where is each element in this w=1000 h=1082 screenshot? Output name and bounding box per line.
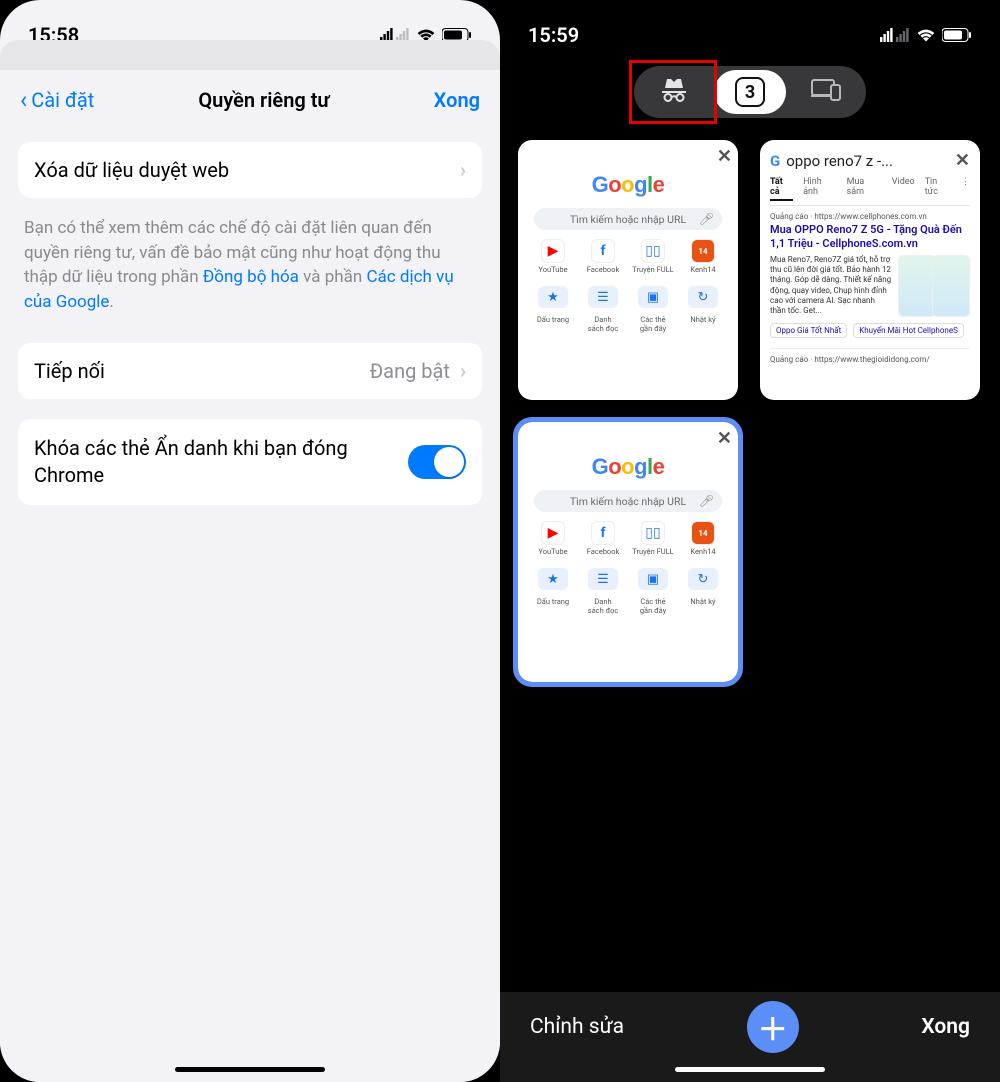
result-headline: Mua OPPO Reno7 Z 5G - Tặng Quà Đến 1,1 T… (770, 223, 970, 251)
plus-icon: ＋ (758, 1005, 788, 1049)
dual-cell-signal-icon (880, 28, 910, 42)
book-icon: ▯▯ (642, 522, 664, 544)
row-value: Đang bật (370, 359, 450, 383)
list-icon: ☰ (588, 568, 618, 590)
lock-incognito-switch[interactable] (408, 445, 466, 479)
close-tab-button[interactable]: ✕ (955, 150, 970, 171)
youtube-icon: ▶ (542, 240, 564, 262)
tab-count-badge: 3 (735, 77, 765, 107)
history-icon: ↻ (688, 568, 718, 590)
book-icon: ▯▯ (642, 240, 664, 262)
kenh14-icon: 14 (692, 522, 714, 544)
phone-right-tab-switcher: 15:59 (500, 0, 1000, 1082)
other-devices-tab-group[interactable] (790, 70, 862, 114)
new-tab-button[interactable]: ＋ (747, 1001, 799, 1053)
ad-label-url-2: Quảng cáo · https://www.thegioididong.co… (770, 348, 970, 364)
tab-card-google-ntp-selected[interactable]: ✕ Google Tìm kiếm hoặc nhập URL🎤︎ ▶YouTu… (518, 422, 738, 682)
ntp-search-box: Tìm kiếm hoặc nhập URL🎤︎ (534, 490, 722, 512)
chevron-right-icon: › (460, 359, 466, 383)
sitelink-chip: Khuyến Mãi Hot CellphoneS (853, 323, 964, 338)
status-time: 15:59 (528, 23, 579, 47)
tab-title: oppo reno7 z -... (786, 152, 893, 170)
phone-left-settings: 15:58 ‹ Cài đặt Quyền riêng tư (0, 0, 500, 1082)
star-icon: ★ (538, 568, 568, 590)
shortcut-youtube: ▶YouTube (530, 240, 576, 274)
tabs-icon: ▣ (638, 568, 668, 590)
tab-card-google-ntp[interactable]: ✕ Google Tìm kiếm hoặc nhập URL🎤︎ ▶YouTu… (518, 140, 738, 400)
row-lock-incognito: Khóa các thẻ Ẩn danh khi bạn đóng Chrome (18, 419, 482, 505)
home-indicator (675, 1067, 825, 1072)
result-description: Mua Reno7, Reno7Z giá tốt, hỗ trợ thu cũ… (770, 255, 892, 317)
row-title: Tiếp nối (34, 359, 105, 383)
chevron-left-icon: ‹ (20, 88, 27, 112)
facebook-icon: f (592, 240, 614, 262)
devices-icon (811, 79, 841, 105)
star-icon: ★ (538, 286, 568, 308)
serp-tabs: Tất cảHình ảnhMua sắmVideoTin tức ⋮ (770, 177, 970, 206)
settings-sheet: ‹ Cài đặt Quyền riêng tư Xong Xóa dữ liệ… (0, 70, 500, 1082)
tabs-icon: ▣ (638, 286, 668, 308)
history-icon: ↻ (688, 286, 718, 308)
done-button[interactable]: Xong (921, 1015, 970, 1039)
nav-bar: ‹ Cài đặt Quyền riêng tư Xong (0, 78, 500, 132)
shortcut-truyenfull: ▯▯Truyện FULL (630, 240, 676, 274)
youtube-icon: ▶ (542, 522, 564, 544)
shortcut-kenh14: 14Kenh14 (680, 240, 726, 274)
info-paragraph: Bạn có thể xem thêm các chế độ cài đặt l… (18, 198, 482, 315)
close-tab-button[interactable]: ✕ (717, 146, 732, 167)
product-thumb (898, 255, 936, 317)
home-indicator (175, 1067, 325, 1072)
battery-icon (942, 28, 972, 42)
incognito-tab-group[interactable] (638, 70, 710, 114)
nav-title: Quyền riêng tư (198, 88, 329, 112)
wifi-icon (916, 28, 936, 42)
regular-tab-group[interactable]: 3 (714, 70, 786, 114)
underlying-sheet-layer (0, 40, 500, 70)
kenh14-icon: 14 (692, 240, 714, 262)
chevron-right-icon: › (460, 158, 466, 182)
row-handoff[interactable]: Tiếp nối Đang bật › (18, 343, 482, 399)
mic-icon: 🎤︎ (699, 212, 714, 226)
back-label: Cài đặt (31, 88, 94, 112)
tab-group-switcher: 3 (500, 60, 1000, 130)
mic-icon: 🎤︎ (699, 494, 714, 508)
sitelink-chip: Oppo Giá Tốt Nhất (770, 323, 847, 338)
back-button[interactable]: ‹ Cài đặt (20, 88, 94, 112)
ntp-search-box: Tìm kiếm hoặc nhập URL🎤︎ (534, 208, 722, 230)
ad-label-url: Quảng cáo · https://www.cellphones.com.v… (770, 212, 970, 221)
shortcut-facebook: fFacebook (580, 240, 626, 274)
facebook-icon: f (592, 522, 614, 544)
tab-card-search-results[interactable]: G oppo reno7 z -... ✕ Tất cảHình ảnhMua … (760, 140, 980, 400)
row-title: Xóa dữ liệu duyệt web (34, 158, 229, 182)
google-logo: Google (528, 172, 728, 198)
row-title: Khóa các thẻ Ẩn danh khi bạn đóng Chrome (34, 435, 354, 489)
edit-button[interactable]: Chỉnh sửa (530, 1015, 624, 1039)
google-logo: Google (528, 454, 728, 480)
nav-done-button[interactable]: Xong (434, 88, 480, 112)
close-tab-button[interactable]: ✕ (717, 428, 732, 449)
annotation-highlight-box (629, 60, 717, 124)
google-g-icon: G (770, 152, 780, 170)
status-bar-right: 15:59 (500, 0, 1000, 60)
row-clear-browsing-data[interactable]: Xóa dữ liệu duyệt web › (18, 142, 482, 198)
link-sync[interactable]: Đồng bộ hóa (203, 267, 299, 287)
product-thumb (932, 255, 970, 317)
list-icon: ☰ (588, 286, 618, 308)
